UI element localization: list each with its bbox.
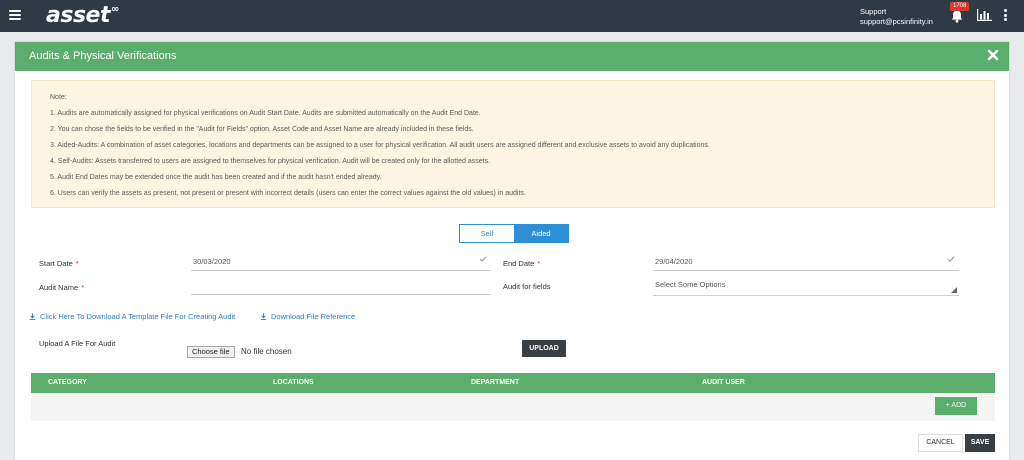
- start-date-input[interactable]: 30/03/2020: [191, 255, 491, 271]
- note-item: 6. Users can verify the assets as presen…: [50, 190, 526, 197]
- note-item: 1. Audits are automatically assigned for…: [50, 110, 481, 117]
- note-item: 3. Aided-Audits: A combination of asset …: [50, 142, 710, 149]
- file-status: No file chosen: [241, 347, 292, 356]
- resize-handle-icon: [951, 287, 957, 293]
- end-date-label: End Date *: [503, 259, 541, 268]
- download-icon: [260, 313, 267, 320]
- end-date-input[interactable]: 29/04/2020: [653, 255, 959, 271]
- download-reference-text: Download File Reference: [271, 312, 356, 321]
- start-date-label: Start Date *: [39, 259, 79, 268]
- toggle-aided-option[interactable]: Aided: [514, 225, 568, 242]
- audit-fields-placeholder: Select Some Options: [655, 280, 726, 289]
- column-header-audit-user: AUDIT USER: [702, 379, 745, 386]
- download-template-link[interactable]: Click Here To Download A Template File F…: [29, 312, 235, 321]
- end-date-value: 29/04/2020: [655, 257, 693, 266]
- support-info: Support support@pcsinfinity.in: [860, 7, 933, 27]
- logo-mark: ∞: [110, 3, 119, 15]
- notification-badge: 1708: [950, 2, 970, 11]
- bar-chart-icon[interactable]: [977, 9, 992, 21]
- column-header-locations: LOCATIONS: [273, 379, 314, 386]
- note-heading: Note:: [50, 94, 67, 101]
- table-body: [31, 393, 995, 421]
- download-reference-link[interactable]: Download File Reference: [260, 312, 355, 321]
- upload-label: Upload A File For Audit: [39, 339, 116, 348]
- audit-fields-select[interactable]: Select Some Options: [653, 278, 959, 296]
- logo-text: asset: [46, 3, 110, 28]
- audit-name-label: Audit Name *: [39, 283, 85, 292]
- audit-type-toggle: Self Aided: [459, 224, 569, 243]
- top-navbar: asset∞ Support support@pcsinfinity.in 17…: [0, 0, 1024, 32]
- close-icon[interactable]: [987, 49, 999, 61]
- note-item: 2. You can chose the fields to be verifi…: [50, 126, 474, 133]
- bell-icon[interactable]: [950, 9, 964, 23]
- support-email: support@pcsinfinity.in: [860, 17, 933, 26]
- check-icon: [947, 256, 955, 262]
- cancel-button[interactable]: CANCEL: [918, 434, 963, 452]
- column-header-department: DEPARTMENT: [471, 379, 520, 386]
- note-box: Note: 1. Audits are automatically assign…: [31, 80, 995, 208]
- download-template-text: Click Here To Download A Template File F…: [40, 312, 236, 321]
- app-logo[interactable]: asset∞: [46, 3, 119, 28]
- check-icon: [479, 256, 487, 262]
- choose-file-button[interactable]: Choose file: [187, 346, 235, 358]
- add-row-button[interactable]: + ADD: [935, 397, 977, 415]
- start-date-value: 30/03/2020: [193, 257, 231, 266]
- audit-card: Audits & Physical Verifications Note: 1.…: [14, 41, 1010, 460]
- save-button[interactable]: SAVE: [965, 434, 995, 452]
- audit-fields-label: Audit for fields: [503, 282, 551, 291]
- more-options-icon[interactable]: [1004, 9, 1008, 21]
- menu-icon[interactable]: [9, 10, 21, 20]
- column-header-category: CATEGORY: [48, 379, 87, 386]
- support-label: Support: [860, 7, 887, 16]
- note-item: 5. Audit End Dates may be extended once …: [50, 174, 382, 181]
- audit-name-input[interactable]: [191, 279, 491, 295]
- download-icon: [29, 313, 36, 320]
- note-item: 4. Self-Audits: Assets transferred to us…: [50, 158, 491, 165]
- card-header: Audits & Physical Verifications: [15, 42, 1009, 71]
- page-title: Audits & Physical Verifications: [29, 50, 177, 62]
- upload-button[interactable]: UPLOAD: [522, 340, 566, 357]
- toggle-self-option[interactable]: Self: [460, 225, 514, 242]
- table-header: CATEGORY LOCATIONS DEPARTMENT AUDIT USER: [31, 373, 995, 393]
